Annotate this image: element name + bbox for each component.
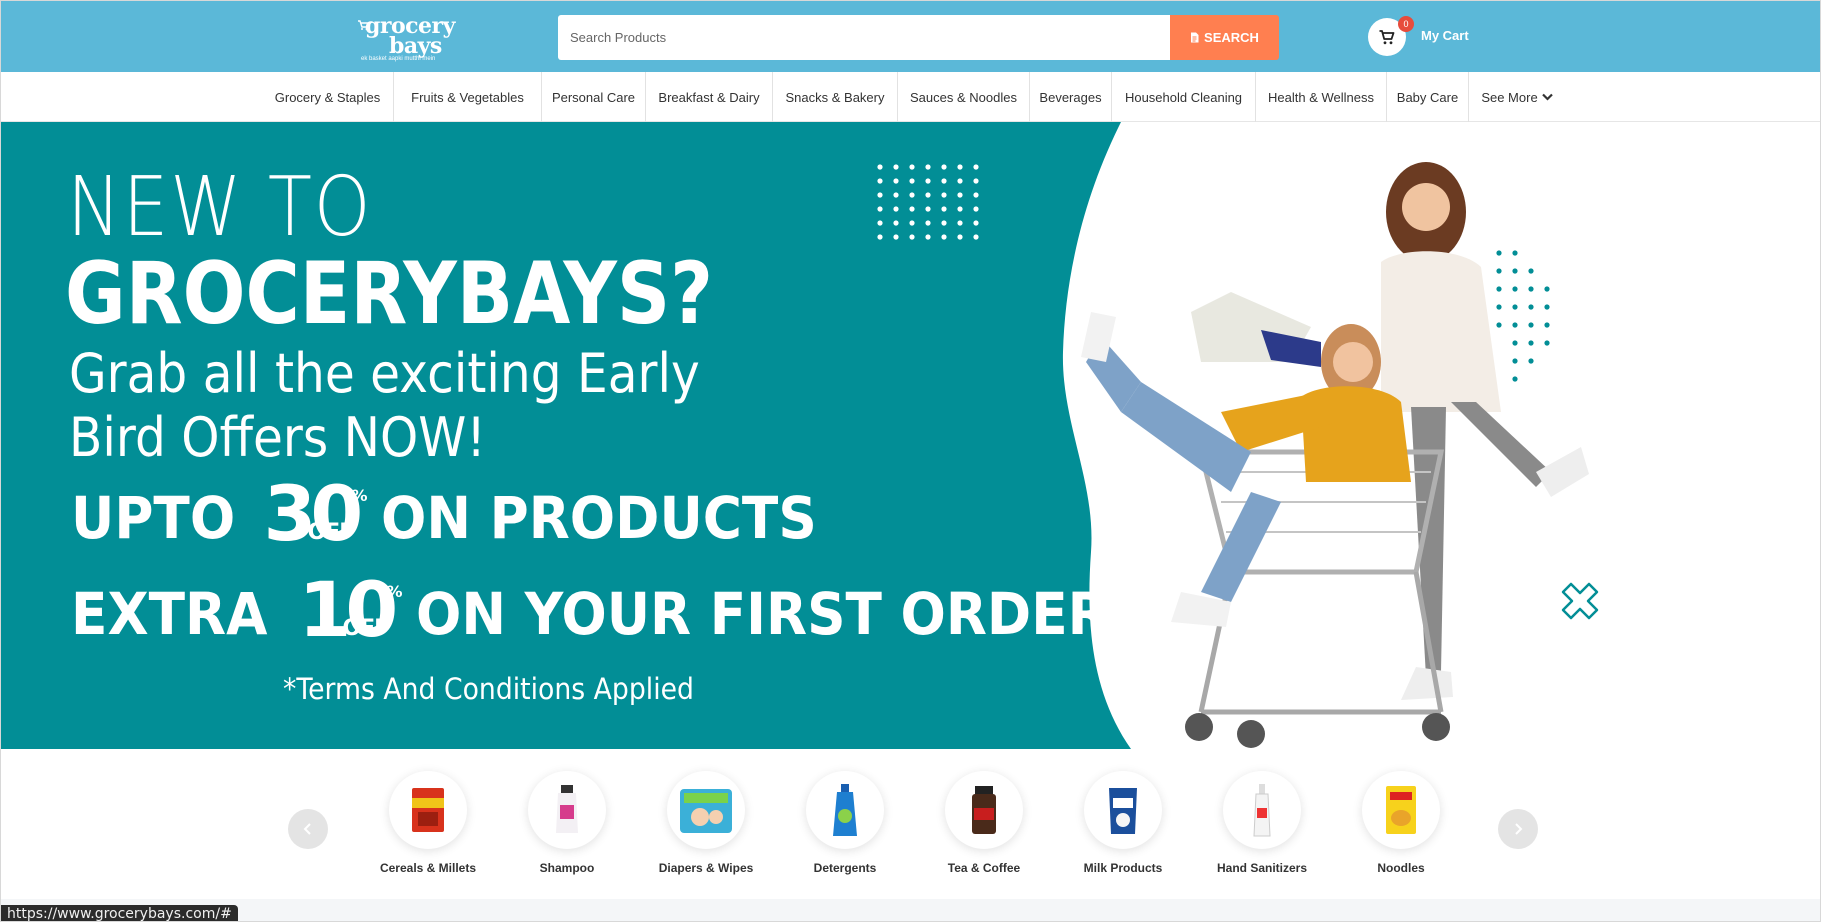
search-button-label: SEARCH <box>1204 30 1259 45</box>
cart-widget[interactable]: 0 My Cart <box>1368 16 1469 57</box>
category-label: Tea & Coffee <box>947 861 1021 875</box>
shopping-cart-icon <box>1379 29 1395 44</box>
category-image <box>945 771 1023 849</box>
category-image <box>528 771 606 849</box>
category-card-noodles[interactable]: Noodles <box>1336 771 1466 875</box>
nav-item-grocery-staples[interactable]: Grocery & Staples <box>262 72 394 122</box>
nav-item-breakfast-dairy[interactable]: Breakfast & Dairy <box>646 72 773 122</box>
category-label: Diapers & Wipes <box>658 861 754 875</box>
offer1-off: OFF <box>307 520 354 545</box>
carousel-next-button[interactable] <box>1498 809 1538 849</box>
category-nav: Grocery & Staples Fruits & Vegetables Pe… <box>1 72 1820 122</box>
cart-button[interactable]: 0 <box>1368 16 1414 56</box>
coffee-jar-icon <box>972 786 996 834</box>
search-button[interactable]: SEARCH <box>1170 15 1279 60</box>
category-card-hand-sanitizers[interactable]: Hand Sanitizers <box>1197 771 1327 875</box>
offer2-percent: % <box>386 582 403 601</box>
category-card-diapers[interactable]: Diapers & Wipes <box>641 771 771 875</box>
search-doc-icon <box>1191 32 1199 43</box>
category-image <box>806 771 884 849</box>
offer1-suffix: ON PRODUCTS <box>381 484 818 552</box>
category-card-milk-products[interactable]: Milk Products <box>1058 771 1188 875</box>
nav-item-fruits-vegetables[interactable]: Fruits & Vegetables <box>394 72 542 122</box>
category-label: Hand Sanitizers <box>1216 861 1308 875</box>
nav-item-household-cleaning[interactable]: Household Cleaning <box>1112 72 1256 122</box>
noodles-pack-icon <box>1386 786 1416 834</box>
offer1-percent: % <box>351 486 368 505</box>
logo-tagline: ek basket aapki mutthi mein <box>361 56 436 62</box>
cereal-pack-icon <box>412 788 444 832</box>
chevron-left-icon <box>303 823 311 835</box>
nav-item-personal-care[interactable]: Personal Care <box>542 72 646 122</box>
diaper-pack-icon <box>680 789 732 833</box>
x-decoration-icon <box>1561 582 1599 620</box>
dots-decoration-right <box>1496 250 1550 382</box>
carousel-prev-button[interactable] <box>288 809 328 849</box>
category-image <box>1362 771 1440 849</box>
nav-item-health-wellness[interactable]: Health & Wellness <box>1256 72 1387 122</box>
milk-pouch-icon <box>1109 788 1137 834</box>
page-bottom-strip <box>1 899 1820 921</box>
nav-item-snacks-bakery[interactable]: Snacks & Bakery <box>773 72 898 122</box>
offer1-prefix: UPTO <box>71 484 236 552</box>
category-label: Noodles <box>1377 861 1425 875</box>
site-logo[interactable]: grocery bays ek basket aapki mutthi mein <box>357 13 457 63</box>
offer1-discount: 30 OFF % <box>263 476 367 554</box>
category-label: Milk Products <box>1083 861 1163 875</box>
cart-count-badge: 0 <box>1398 16 1414 32</box>
offer2-suffix: ON YOUR FIRST ORDER <box>416 580 1110 648</box>
page: grocery bays ek basket aapki mutthi mein… <box>0 0 1821 922</box>
banner-heading-new-to: NEW TO <box>67 160 373 255</box>
category-card-tea-coffee[interactable]: Tea & Coffee <box>919 771 1049 875</box>
hero-banner[interactable]: NEW TO GROCERYBAYS? Grab all the excitin… <box>1 122 1820 749</box>
nav-item-beverages[interactable]: Beverages <box>1030 72 1112 122</box>
category-card-detergents[interactable]: Detergents <box>780 771 910 875</box>
category-image <box>667 771 745 849</box>
detergent-bottle-icon <box>833 784 857 836</box>
banner-heading-brand: GROCERYBAYS? <box>65 244 714 344</box>
offer2-off: OFF <box>342 616 389 641</box>
category-card-shampoo[interactable]: Shampoo <box>502 771 632 875</box>
header-bar: grocery bays ek basket aapki mutthi mein… <box>1 1 1820 72</box>
offer-line-extra: EXTRA 10 OFF % ON YOUR FIRST ORDER <box>71 572 1169 650</box>
dots-decoration-top <box>877 164 979 240</box>
banner-subheading: Grab all the exciting Early Bird Offers … <box>69 342 700 469</box>
category-label: Shampoo <box>539 861 595 875</box>
nav-item-see-more[interactable]: See More <box>1469 72 1565 122</box>
sanitizer-bottle-icon <box>1253 784 1271 837</box>
terms-note: *Terms And Conditions Applied <box>283 672 694 706</box>
category-label: Cereals & Millets <box>379 861 477 875</box>
category-carousel: Cereals & Millets Shampoo Diapers & Wipe… <box>1 749 1820 899</box>
search-input[interactable] <box>558 15 1170 60</box>
shampoo-bottle-icon <box>556 785 578 833</box>
browser-status-url: https://www.grocerybays.com/# <box>1 905 238 921</box>
chevron-down-icon <box>1541 93 1553 101</box>
category-image <box>1223 771 1301 849</box>
offer2-discount: 10 OFF % <box>298 572 402 650</box>
offer2-prefix: EXTRA <box>71 580 268 648</box>
chevron-right-icon <box>1515 823 1523 835</box>
category-image <box>1084 771 1162 849</box>
category-label: Detergents <box>813 861 877 875</box>
category-card-cereals[interactable]: Cereals & Millets <box>363 771 493 875</box>
category-image <box>389 771 467 849</box>
see-more-label: See More <box>1481 89 1538 105</box>
offer-line-upto: UPTO 30 OFF % ON PRODUCTS <box>71 476 855 554</box>
nav-item-baby-care[interactable]: Baby Care <box>1387 72 1469 122</box>
nav-item-sauces-noodles[interactable]: Sauces & Noodles <box>898 72 1030 122</box>
cart-label[interactable]: My Cart <box>1421 28 1469 43</box>
shopping-women-illustration <box>1081 162 1589 748</box>
